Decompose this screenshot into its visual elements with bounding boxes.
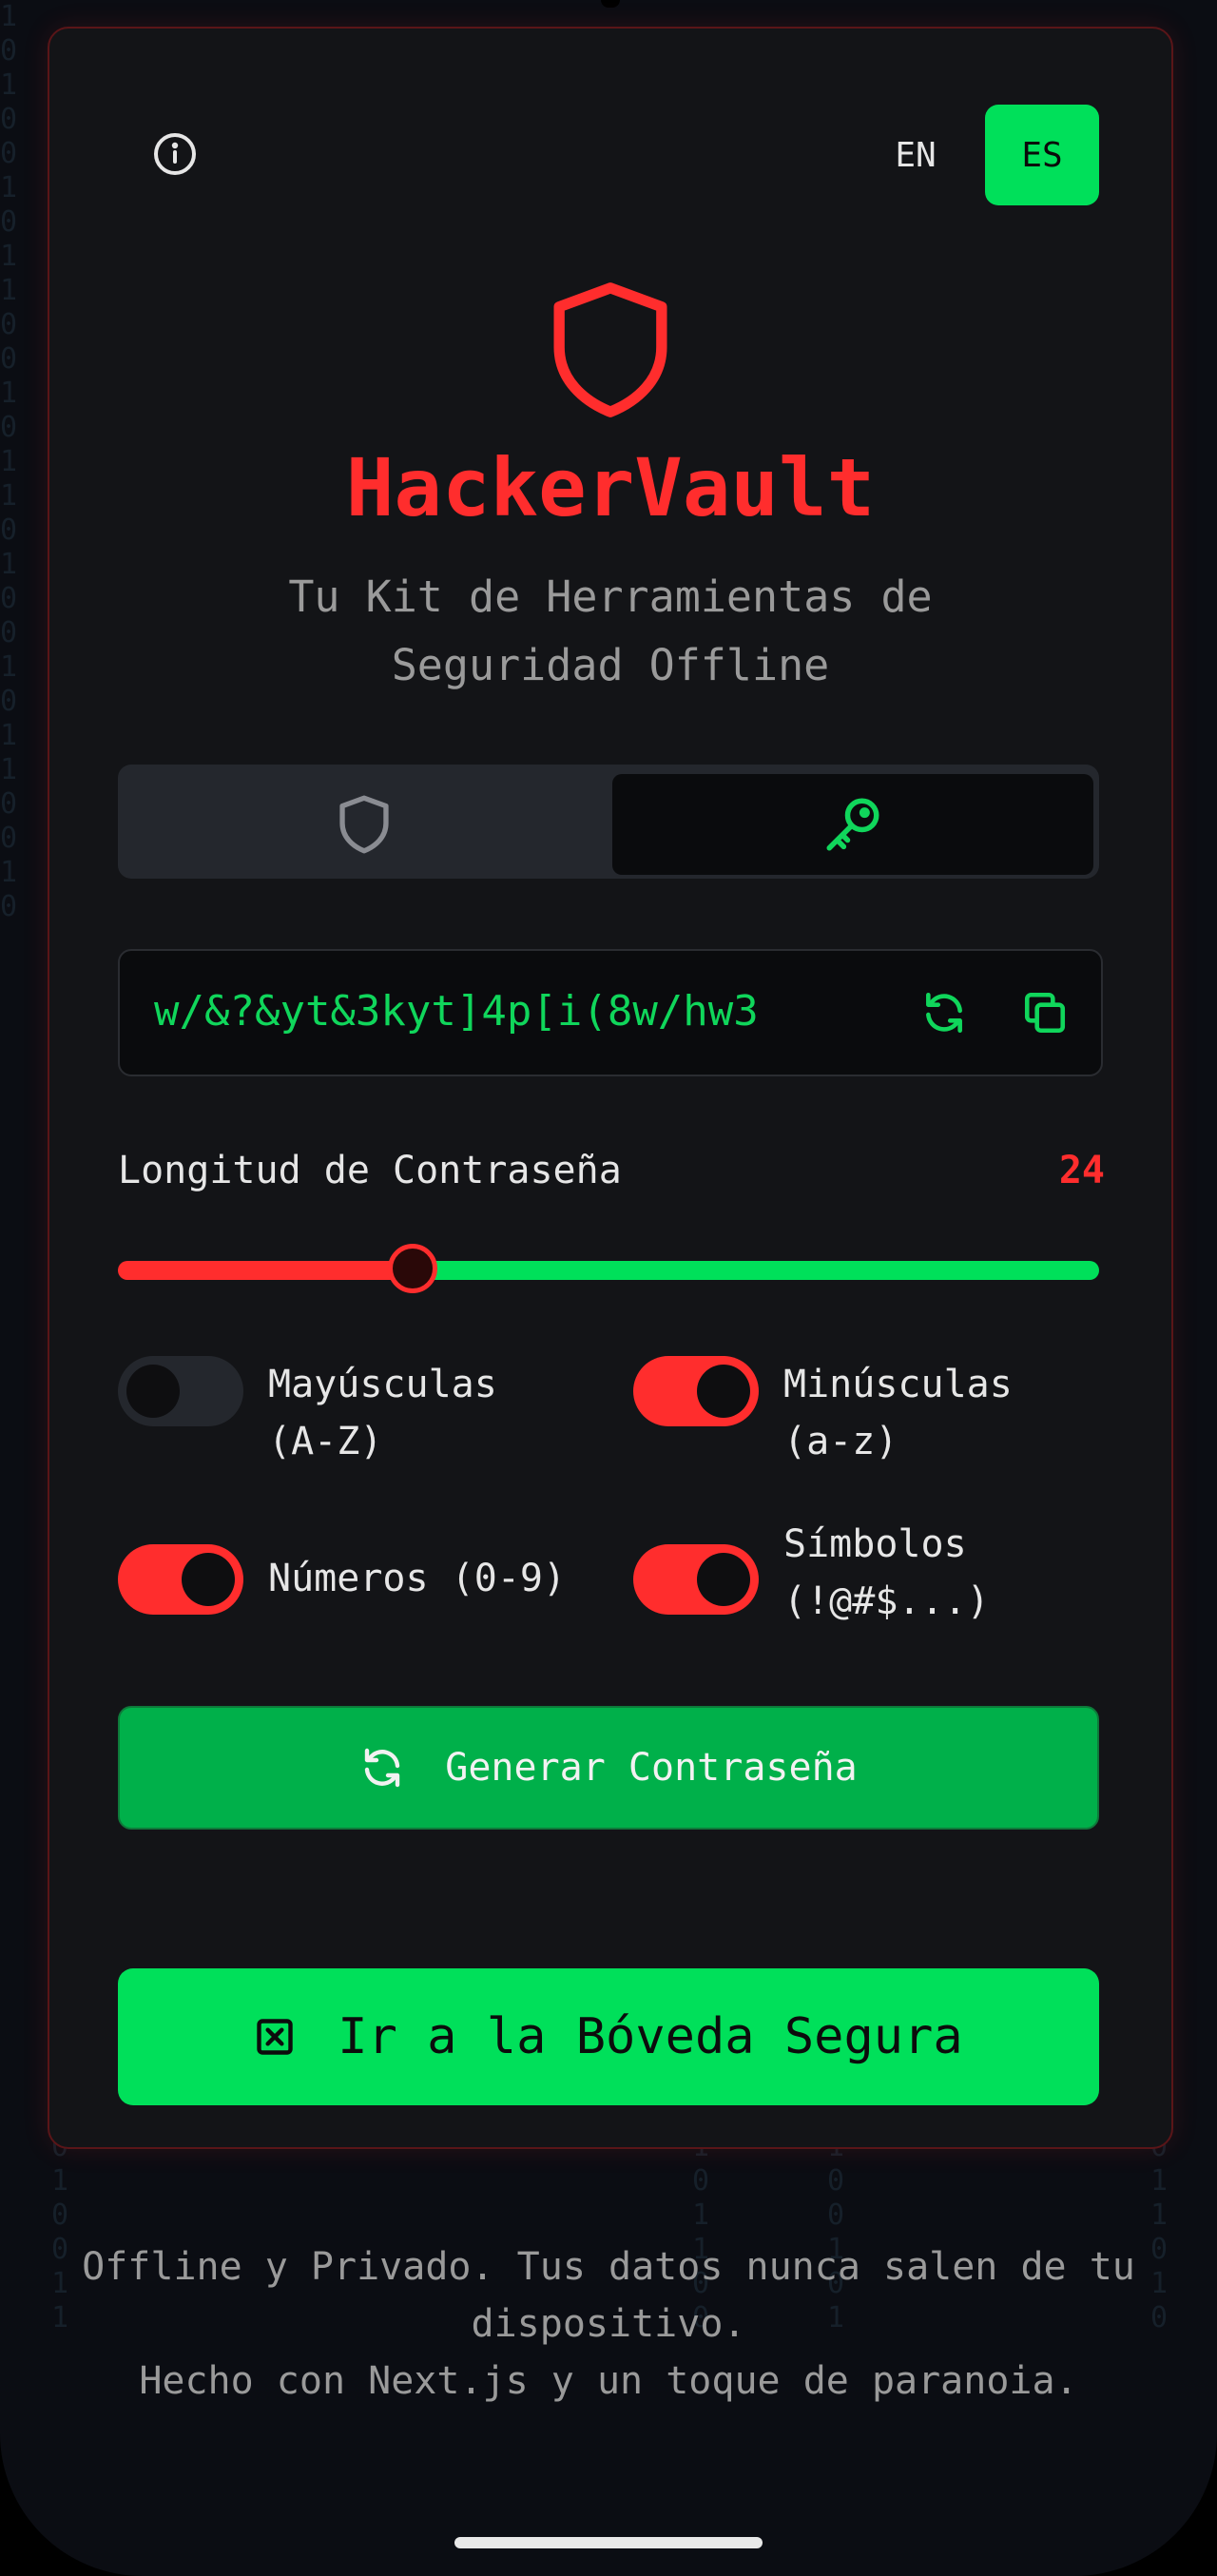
shield-icon	[339, 795, 389, 854]
numbers-label: Números (0-9)	[268, 1557, 567, 1600]
refresh-icon	[926, 992, 962, 1034]
length-label: Longitud de Contraseña	[118, 1149, 622, 1192]
lowercase-label: Minúsculas (a-z)	[783, 1363, 1013, 1463]
square-x-icon	[257, 2019, 293, 2055]
regenerate-button[interactable]	[918, 987, 970, 1038]
app-title: HackerVault	[345, 441, 876, 534]
phone-screen: 1010 0 1 0 1 1 0 0 1 0 1 1 0 1 0 0 1 0 1…	[0, 0, 1217, 2576]
generate-label: Generar Contraseña	[445, 1746, 858, 1790]
tab-vault[interactable]	[126, 774, 603, 875]
length-value: 24	[1058, 1149, 1105, 1192]
copy-button[interactable]	[1019, 987, 1071, 1038]
go-to-vault-button[interactable]: Ir a la Bóveda Segura	[118, 1968, 1099, 2105]
footer: Offline y Privado. Tus datos nunca salen…	[38, 2238, 1179, 2410]
numbers-toggle[interactable]	[118, 1544, 243, 1615]
symbols-toggle[interactable]	[633, 1544, 759, 1615]
info-button[interactable]	[152, 131, 198, 177]
symbols-label: Símbolos (!@#$...)	[783, 1522, 990, 1623]
camera-notch	[601, 0, 620, 8]
key-icon	[826, 798, 879, 851]
generated-password: w/&?&yt&3kyt]4p[i(8w/hw3	[154, 987, 759, 1036]
main-card: EN ES HackerVault Tu Kit de Herramientas…	[48, 27, 1173, 2149]
generated-password-box: w/&?&yt&3kyt]4p[i(8w/hw3	[118, 949, 1103, 1076]
tab-password-generator[interactable]	[612, 774, 1093, 875]
refresh-icon	[365, 1748, 400, 1788]
info-icon	[154, 133, 196, 175]
app-subtitle: Tu Kit de Herramientas de Seguridad Offl…	[288, 571, 933, 690]
uppercase-toggle[interactable]	[118, 1356, 243, 1426]
length-slider[interactable]	[118, 1244, 1099, 1293]
language-en-button[interactable]: EN	[860, 105, 972, 205]
lowercase-toggle[interactable]	[633, 1356, 759, 1426]
copy-icon	[1024, 992, 1066, 1034]
footer-privacy-text: Offline y Privado. Tus datos nunca salen…	[82, 2245, 1135, 2346]
uppercase-label: Mayúsculas (A-Z)	[268, 1363, 497, 1463]
language-es-button[interactable]: ES	[985, 105, 1099, 205]
slider-track-filled	[118, 1261, 413, 1280]
generate-password-button[interactable]: Generar Contraseña	[118, 1706, 1099, 1830]
vault-label: Ir a la Bóveda Segura	[338, 2008, 963, 2065]
home-indicator	[454, 2537, 763, 2548]
shield-icon	[553, 282, 667, 417]
tool-tabs	[118, 765, 1099, 879]
slider-track-remaining	[413, 1261, 1099, 1280]
footer-credit-text: Hecho con Next.js y un toque de paranoia…	[139, 2359, 1078, 2403]
slider-thumb[interactable]	[388, 1244, 437, 1293]
